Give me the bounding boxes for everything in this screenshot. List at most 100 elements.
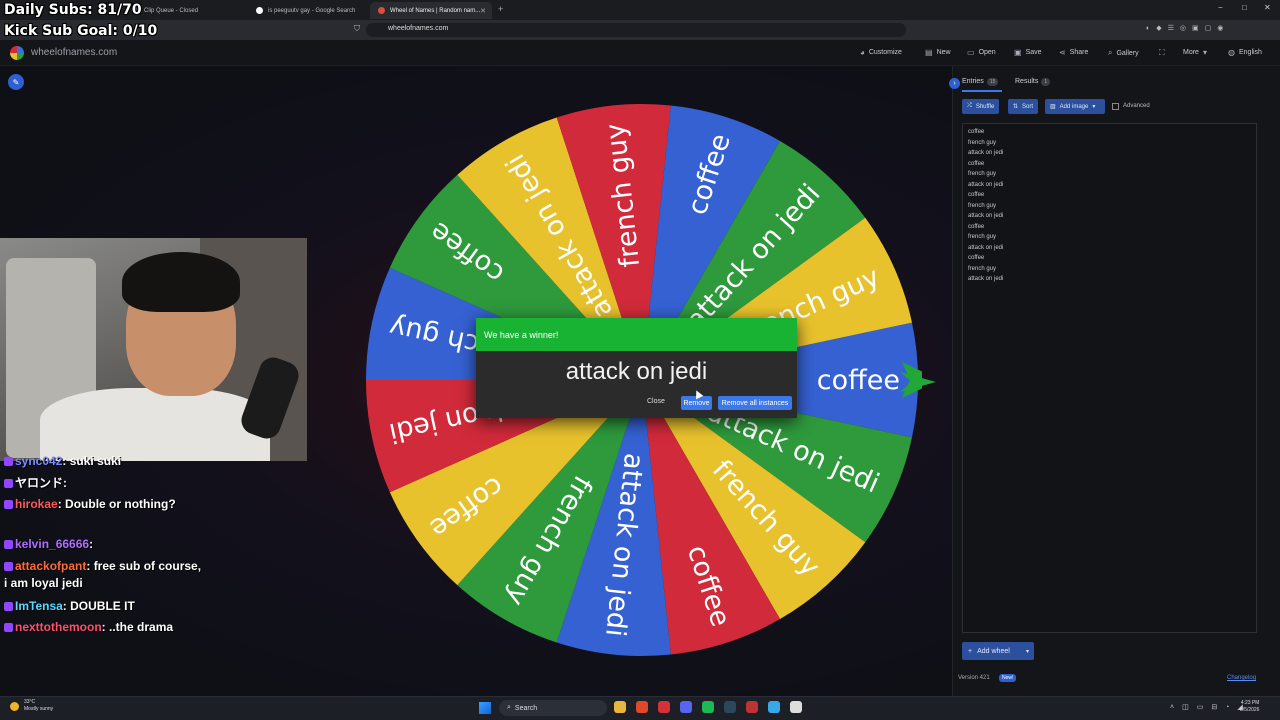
chat-badge-icon [4,623,13,633]
new-tab-button[interactable]: + [498,4,503,14]
entry-line[interactable]: coffee [968,129,984,135]
search-label: Search [514,704,538,712]
chat-message: nexttothemoon: ..the drama [4,620,173,634]
active-tab-indicator [962,90,1002,92]
entry-line[interactable]: attack on jedi [968,276,1003,282]
chat-username: hirokae [15,497,58,511]
close-tab-icon[interactable]: ✕ [480,7,486,15]
winner-name: attack on jedi [565,358,708,385]
tab-results[interactable]: Results 1 [1015,78,1051,86]
screen: Clip Queue - Closed is peeguutv gay - Go… [0,0,1280,720]
entry-line[interactable]: french guy [968,203,996,209]
spotify-icon[interactable] [702,701,714,713]
tab-entries[interactable]: Entries 15 [962,78,999,86]
shuffle-button[interactable]: ⤮ Shuffle [962,99,1000,114]
advanced-checkbox[interactable] [1112,103,1119,110]
entry-line[interactable]: french guy [968,171,996,177]
chat-text: i am loyal jedi [4,576,83,590]
pointer-arrow-icon [900,372,936,392]
remove-all-instances-button[interactable]: Remove all instances [718,396,792,410]
clock[interactable]: 4:23 PM 8/5/2026 [1240,700,1259,714]
entry-line[interactable]: attack on jedi [968,182,1003,188]
search-icon: ⌕ [1108,48,1113,57]
chat-username: kelvin_66666 [15,537,90,551]
chat-username: attackofpant [15,559,87,573]
weather-desc: Mostly sunny [24,706,54,712]
add-wheel-button[interactable]: + Add wheel ▾ [962,642,1034,660]
obs-icon[interactable] [746,701,758,713]
entry-line[interactable]: attack on jedi [968,213,1003,219]
chat-message: ヤロンド: [4,474,67,491]
sun-icon[interactable] [10,702,19,711]
discord-icon[interactable] [680,701,692,713]
tab-clip-queue[interactable]: Clip Queue - Closed [124,2,246,19]
menu-share[interactable]: ⋖ Share [1059,48,1088,57]
add-image-button[interactable]: ▨ Add image ▾ [1045,99,1105,114]
button-label: Sort [1022,103,1034,110]
entry-line[interactable]: french guy [968,234,996,240]
entry-line[interactable]: coffee [968,192,984,198]
weather-widget[interactable]: 33°C Mostly sunny [24,699,53,713]
menu-fullscreen[interactable]: ⛶ [1159,48,1165,58]
menu-more[interactable]: More ▾ [1183,48,1207,57]
kick-sub-goal: Kick Sub Goal: 0/10 [4,23,158,39]
chevron-down-icon[interactable]: ▾ [1026,648,1029,655]
url-text[interactable]: wheelofnames.com [388,25,448,32]
windows-start-icon[interactable] [479,702,491,714]
sort-button[interactable]: ⇅ Sort [1008,99,1039,114]
menu-open[interactable]: ▭ Open [967,48,996,57]
taskbar-search[interactable]: ⌕ Search [499,700,607,716]
menu-gallery[interactable]: ⌕ Gallery [1108,48,1139,58]
app-icon[interactable] [790,701,802,713]
image-icon: ▨ [1050,104,1056,110]
system-tray[interactable]: ˄◫▭⊟◔◢ [1170,703,1251,711]
share-icon: ⋖ [1059,48,1066,57]
sort-icon: ⇅ [1013,104,1019,110]
brave-browser-icon[interactable] [636,701,648,713]
entry-line[interactable]: coffee [968,224,984,230]
entry-line[interactable]: french guy [968,140,996,146]
menu-language[interactable]: ◍ English [1228,48,1262,57]
maximize-button[interactable]: □ [1242,3,1247,12]
chat-badge-icon [4,479,13,489]
menu-save[interactable]: ▣ Save [1014,48,1042,57]
wheel-logo-icon[interactable] [10,46,24,60]
address-bar [0,20,1280,40]
chat-badge-icon [4,540,13,550]
clock-date: 8/5/2026 [1240,707,1260,713]
entry-line[interactable]: french guy [968,266,996,272]
fullscreen-icon: ⛶ [1159,48,1165,57]
tab-wheel-of-names[interactable]: Wheel of Names | Random nam... ✕ [370,2,492,19]
steam-icon[interactable] [724,701,736,713]
globe-icon: ◍ [1228,48,1235,57]
tab-label: Results [1015,78,1039,85]
site-name[interactable]: wheelofnames.com [31,47,117,58]
extension-icons[interactable]: ◐◆☰◎▣▢◉ [1146,24,1229,32]
google-icon [256,7,263,14]
palette-icon: ◕ [860,48,865,57]
bookmark-icon[interactable]: ⛉ [354,24,360,34]
tab-google-search[interactable]: is peeguutv gay - Google Search [248,2,368,19]
collapse-panel-icon[interactable]: › [949,78,960,89]
chat-username: nexttothemoon [15,620,102,634]
entry-line[interactable]: attack on jedi [968,150,1003,156]
entry-line[interactable]: coffee [968,161,984,167]
menu-label: English [1238,49,1262,56]
menu-customize[interactable]: ◕ Customize [860,48,902,57]
edit-pencil-icon[interactable]: ✎ [8,74,24,90]
entries-textarea[interactable] [962,123,1257,633]
chat-username: ImTensa [15,599,63,613]
minimize-button[interactable]: − [1218,3,1223,12]
menu-new[interactable]: ▤ New [925,48,951,57]
app-icon[interactable] [768,701,780,713]
close-button[interactable]: Close [647,398,665,405]
close-window-button[interactable]: ✕ [1264,3,1271,12]
file-explorer-icon[interactable] [614,701,626,713]
entry-line[interactable]: attack on jedi [968,245,1003,251]
app-icon[interactable] [658,701,670,713]
chat-text: suki suki [69,454,122,468]
clock-time: 4:23 PM [1240,700,1260,706]
entry-line[interactable]: coffee [968,255,984,261]
button-label: Add image [1059,103,1089,110]
changelog-link[interactable]: Changelog [1227,675,1256,681]
